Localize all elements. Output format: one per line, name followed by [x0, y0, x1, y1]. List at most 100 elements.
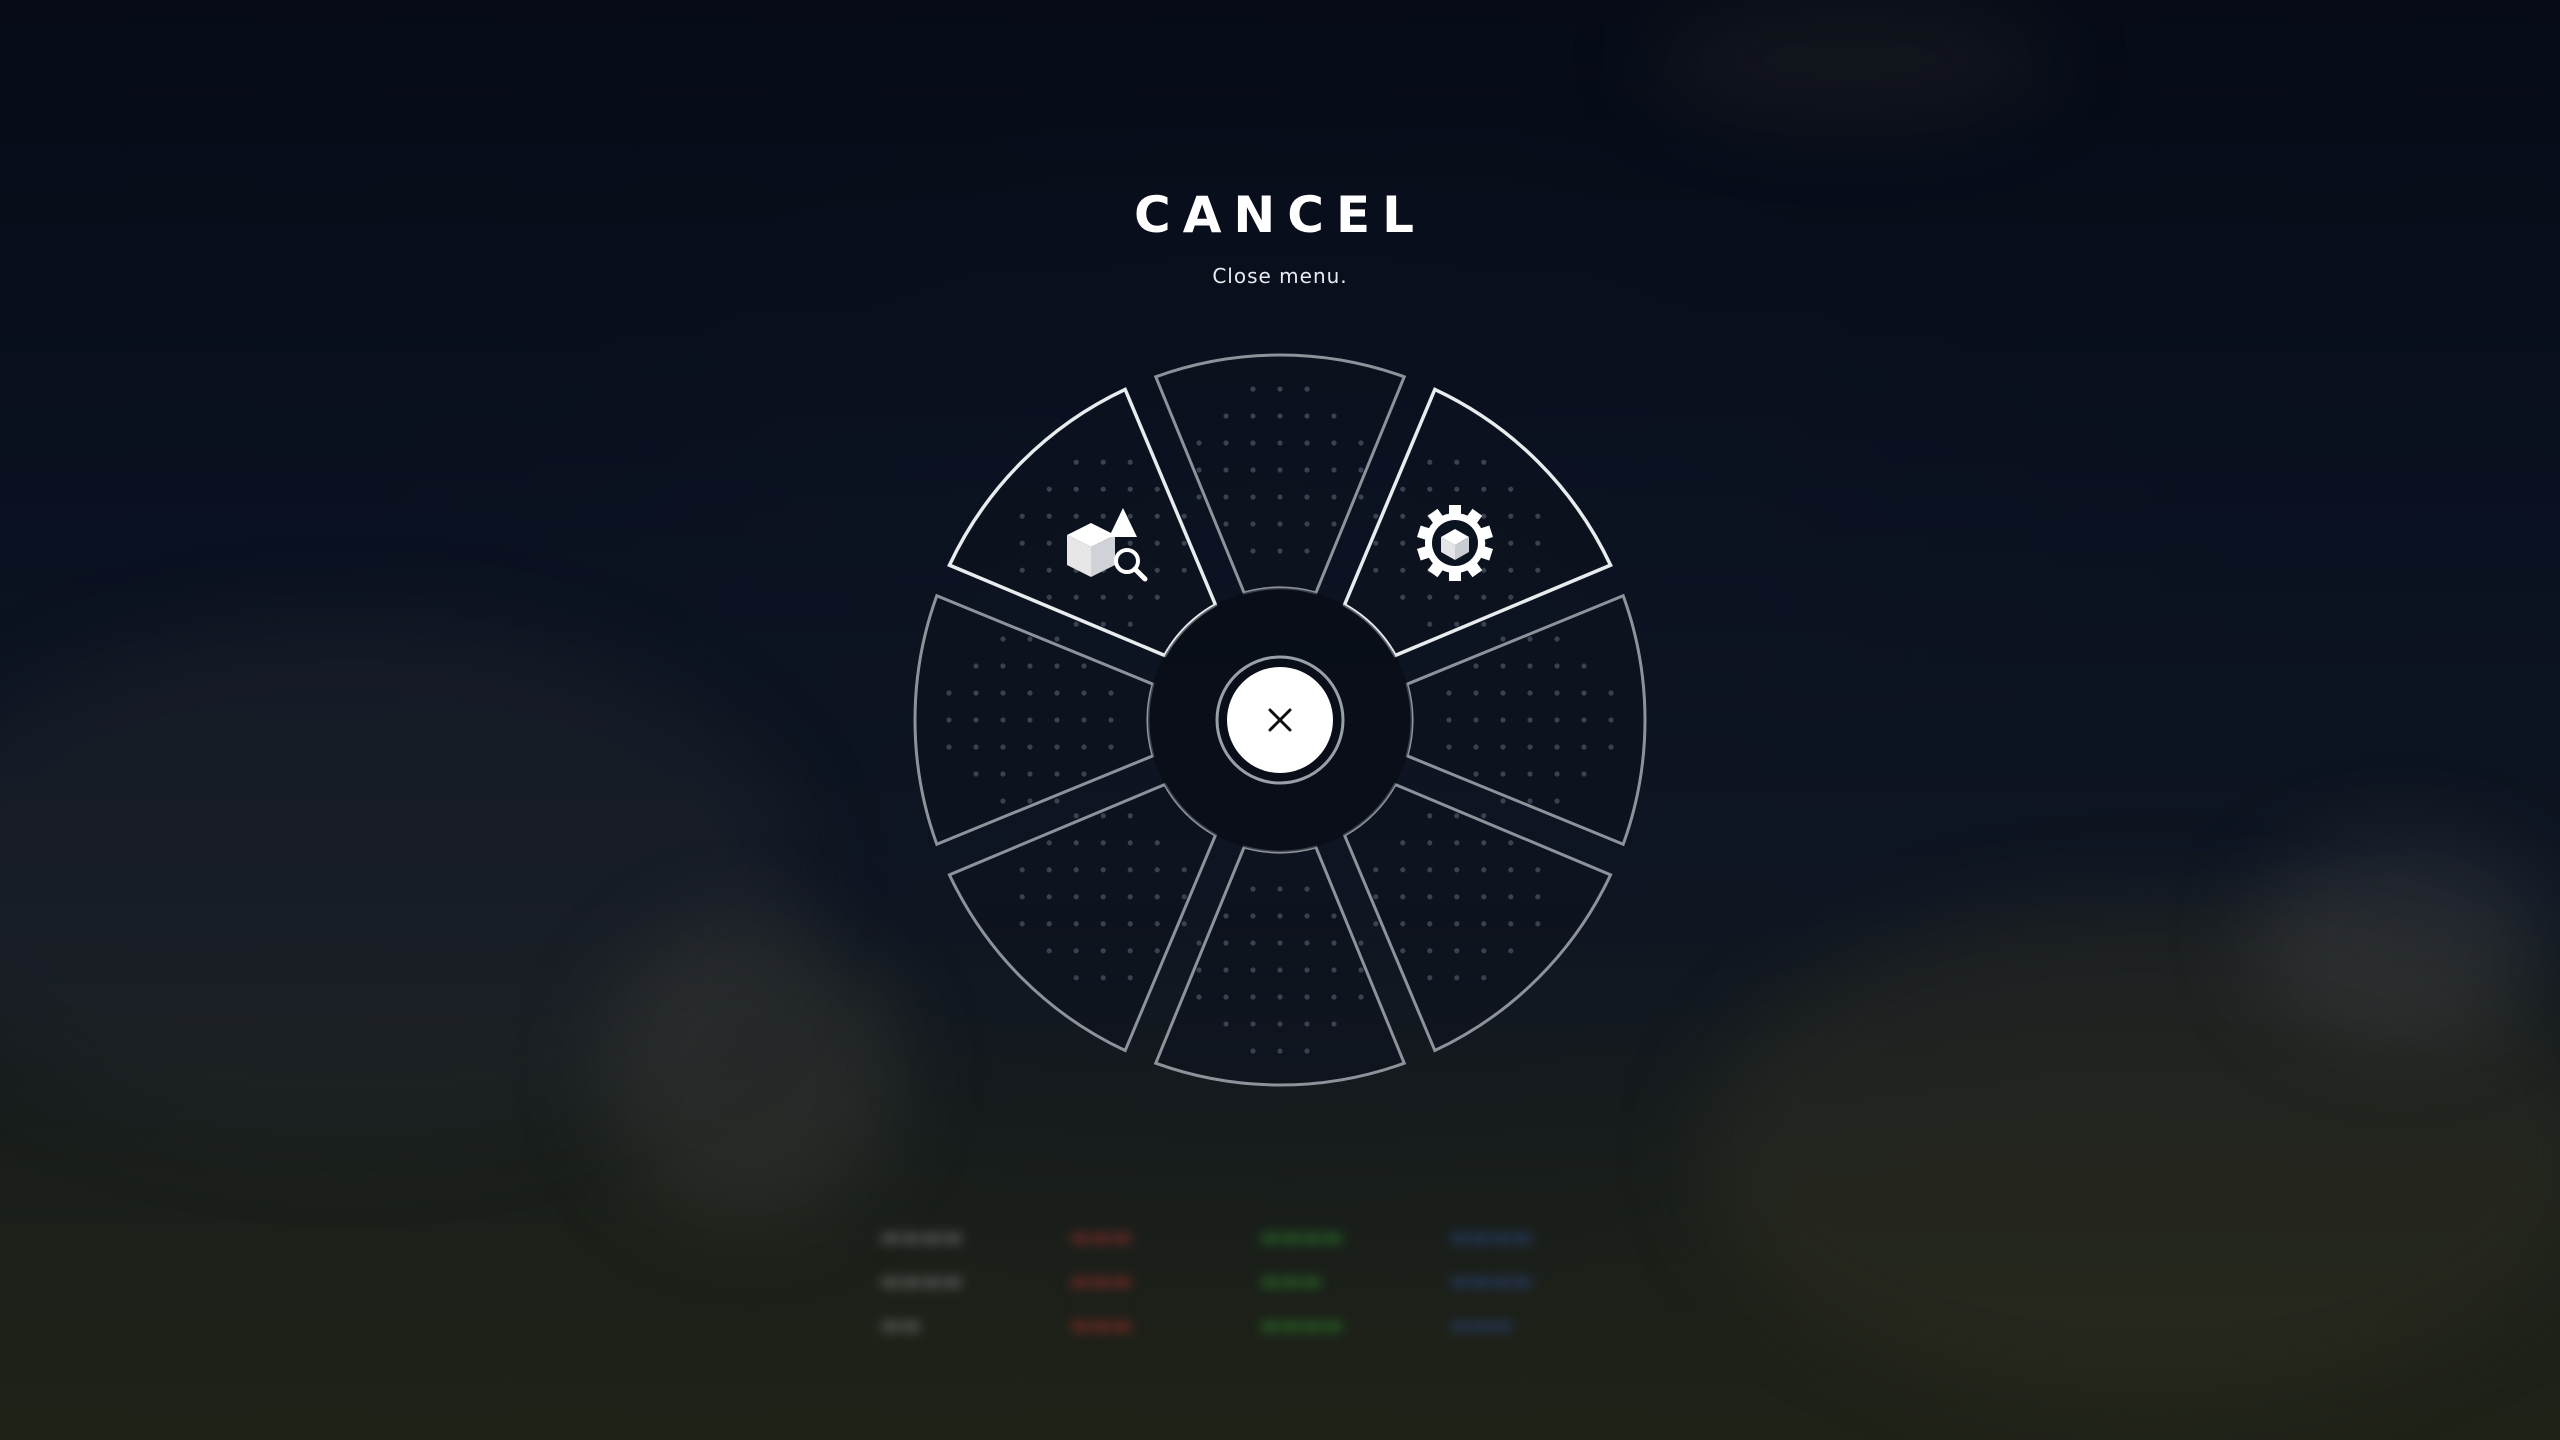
grid-dot	[1154, 921, 1160, 927]
grid-dot	[1108, 690, 1114, 696]
grid-dot	[1508, 948, 1514, 954]
grid-dot	[1000, 798, 1006, 804]
grid-dot	[1481, 486, 1487, 492]
grid-dot	[1277, 467, 1283, 473]
grid-dot	[1277, 913, 1283, 919]
grid-dot	[1473, 744, 1479, 750]
grid-dot	[1019, 867, 1025, 873]
grid-dot	[1154, 540, 1160, 546]
grid-dot	[1427, 894, 1433, 900]
grid-dot	[1500, 690, 1506, 696]
grid-dot	[1535, 921, 1541, 927]
grid-dot	[1304, 886, 1310, 892]
grid-dot	[973, 717, 979, 723]
grid-dot	[1250, 521, 1256, 527]
grid-dot	[1250, 440, 1256, 446]
grid-dot	[1223, 467, 1229, 473]
grid-dot	[1127, 867, 1133, 873]
grid-dot	[1427, 459, 1433, 465]
grid-dot	[1500, 663, 1506, 669]
grid-dot	[1454, 459, 1460, 465]
grid-dot	[1304, 521, 1310, 527]
grid-dot	[1000, 636, 1006, 642]
grid-dot	[1181, 540, 1187, 546]
grid-dot	[1304, 467, 1310, 473]
grid-dot	[1250, 940, 1256, 946]
grid-dot	[1250, 1048, 1256, 1054]
grid-dot	[1196, 940, 1202, 946]
grid-dot	[1250, 494, 1256, 500]
grid-dot	[1373, 894, 1379, 900]
grid-dot	[1331, 940, 1337, 946]
grid-dot	[1427, 948, 1433, 954]
grid-dot	[1481, 513, 1487, 519]
grid-dot	[1277, 886, 1283, 892]
grid-dot	[1277, 386, 1283, 392]
grid-dot	[1073, 867, 1079, 873]
grid-dot	[1373, 513, 1379, 519]
grid-dot	[1581, 690, 1587, 696]
grid-dot	[1358, 994, 1364, 1000]
grid-dot	[1277, 548, 1283, 554]
radial-segment-top-left[interactable]	[947, 387, 1218, 658]
grid-dot	[1223, 940, 1229, 946]
grid-dot	[1373, 867, 1379, 873]
grid-dot	[1608, 717, 1614, 723]
grid-dot	[1500, 636, 1506, 642]
grid-dot	[1019, 921, 1025, 927]
radial-segment-bottom-right[interactable]	[1342, 782, 1613, 1053]
grid-dot	[1154, 867, 1160, 873]
grid-dot	[1073, 840, 1079, 846]
grid-dot	[1000, 663, 1006, 669]
grid-dot	[1000, 744, 1006, 750]
close-button[interactable]	[1215, 655, 1345, 785]
grid-dot	[1454, 867, 1460, 873]
grid-dot	[1454, 486, 1460, 492]
grid-dot	[1454, 921, 1460, 927]
grid-dot	[1073, 975, 1079, 981]
grid-dot	[1500, 744, 1506, 750]
grid-dot	[1277, 1021, 1283, 1027]
grid-dot	[1304, 440, 1310, 446]
grid-dot	[1046, 867, 1052, 873]
grid-dot	[1508, 594, 1514, 600]
grid-dot	[1500, 771, 1506, 777]
grid-dot	[1481, 594, 1487, 600]
grid-dot	[1508, 921, 1514, 927]
grid-dot	[1331, 440, 1337, 446]
radial-segment-bottom-left[interactable]	[947, 782, 1218, 1053]
grid-dot	[1027, 663, 1033, 669]
grid-dot	[1277, 494, 1283, 500]
game-viewport: ▬▬▬▬ ▬▬▬ ▬▬▬▬ ▬▬▬▬ ▬▬▬▬ ▬▬▬ ▬▬▬ ▬▬▬▬ ▬▬ ▬▬▬ ▬▬▬▬…	[0, 0, 2560, 1440]
grid-dot	[1000, 690, 1006, 696]
grid-dot	[1608, 690, 1614, 696]
grid-dot	[1196, 440, 1202, 446]
grid-dot	[1554, 717, 1560, 723]
grid-dot	[1073, 921, 1079, 927]
radial-segment-top-right[interactable]	[1342, 387, 1613, 658]
grid-dot	[1446, 690, 1452, 696]
grid-dot	[1554, 744, 1560, 750]
grid-dot	[1304, 386, 1310, 392]
grid-dot	[1127, 486, 1133, 492]
grid-dot	[1581, 744, 1587, 750]
grid-dot	[1454, 840, 1460, 846]
grid-dot	[1535, 867, 1541, 873]
grid-dot	[1073, 486, 1079, 492]
grid-dot	[1304, 967, 1310, 973]
grid-dot	[1481, 621, 1487, 627]
grid-dot	[1535, 894, 1541, 900]
grid-dot	[1100, 594, 1106, 600]
grid-dot	[1481, 975, 1487, 981]
grid-dot	[1527, 690, 1533, 696]
grid-dot	[1154, 513, 1160, 519]
grid-dot	[1027, 717, 1033, 723]
grid-dot	[1127, 840, 1133, 846]
grid-dot	[1508, 540, 1514, 546]
grid-dot	[1054, 717, 1060, 723]
grid-dot	[1081, 717, 1087, 723]
grid-dot	[1508, 486, 1514, 492]
grid-dot	[1331, 967, 1337, 973]
grid-dot	[1481, 894, 1487, 900]
grid-dot	[1073, 621, 1079, 627]
